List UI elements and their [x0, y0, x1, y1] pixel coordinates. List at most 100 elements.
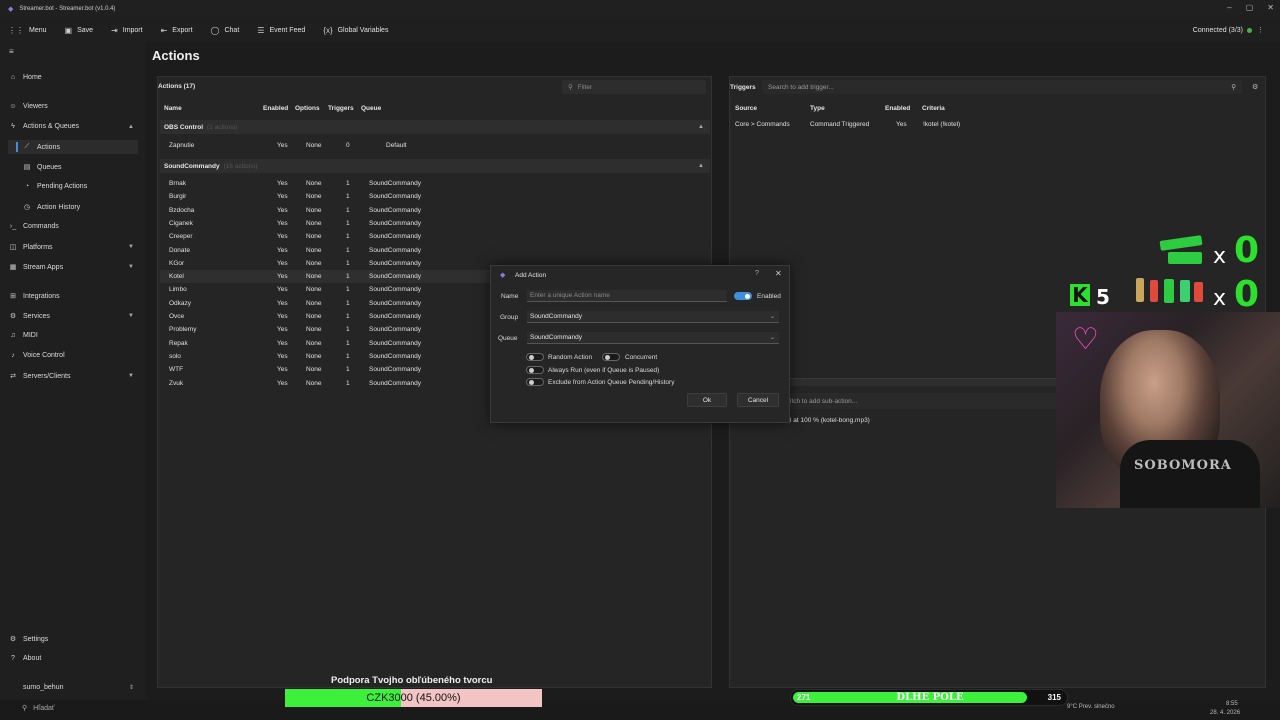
table-row[interactable]: Limbo Yes None 1 SoundCommandy — [160, 283, 490, 296]
random-action-toggle[interactable] — [526, 353, 544, 361]
trigger-search-input[interactable]: Search to add trigger... ⚲ — [762, 80, 1242, 94]
close-icon[interactable]: ✕ — [1267, 3, 1274, 12]
table-row[interactable]: Zapnutie Yes None 0 Default — [160, 139, 490, 152]
connection-status[interactable]: Connected (3/3) ⋮ — [1193, 26, 1264, 35]
column-header[interactable]: Enabled — [885, 105, 910, 112]
table-row[interactable]: solo Yes None 1 SoundCommandy — [160, 350, 490, 363]
sidebar-item-actions-queues[interactable]: ϟ Actions & Queues ▲ — [8, 123, 138, 130]
table-cell-enabled: Yes — [277, 219, 288, 227]
search-icon: ⚲ — [22, 705, 28, 712]
sidebar-item-stream-apps[interactable]: ▦ Stream Apps ▼ — [8, 263, 138, 272]
sidebar-item-services[interactable]: ⚙ Services ▼ — [8, 312, 138, 321]
event-feed-button[interactable]: ☰ Event Feed — [257, 26, 305, 35]
more-icon[interactable]: ⋮ — [1257, 26, 1264, 34]
table-row[interactable]: Problemy Yes None 1 SoundCommandy — [160, 323, 490, 336]
chat-button[interactable]: ◯ Chat — [211, 26, 240, 35]
export-button[interactable]: ⇤ Export — [161, 26, 193, 35]
column-header[interactable]: Queue — [361, 105, 381, 112]
sidebar-item-platforms[interactable]: ◫ Platforms ▼ — [8, 243, 138, 252]
connection-dot-icon — [1247, 27, 1252, 33]
variables-icon: {x} — [323, 25, 333, 35]
table-cell-options: None — [306, 352, 322, 360]
hamburger-icon[interactable]: ≡ — [9, 47, 14, 56]
chevron-up-icon[interactable]: ▲ — [698, 163, 704, 169]
trigger-row[interactable]: Core > Commands Command Triggered Yes !k… — [730, 118, 1060, 131]
table-row[interactable]: Donate Yes None 1 SoundCommandy — [160, 244, 490, 257]
sidebar-item-user[interactable]: sumo_behun ⇕ — [8, 684, 138, 691]
sidebar-item-commands[interactable]: ›_ Commands — [8, 223, 138, 230]
table-row[interactable]: Ciganek Yes None 1 SoundCommandy — [160, 217, 490, 230]
table-row[interactable]: Ovce Yes None 1 SoundCommandy — [160, 310, 490, 323]
maximize-icon[interactable]: ▢ — [1246, 3, 1254, 12]
table-cell-triggers: 1 — [346, 379, 350, 387]
counter-top: 0 — [1234, 230, 1260, 271]
column-header[interactable]: Type — [810, 105, 825, 112]
column-header[interactable]: Name — [164, 105, 182, 112]
column-header[interactable]: Triggers — [328, 105, 354, 112]
always-run-toggle[interactable] — [526, 366, 544, 374]
table-row[interactable]: Zvuk Yes None 1 SoundCommandy — [160, 377, 490, 390]
sidebar-item-actions[interactable]: ⟋ Actions — [8, 140, 138, 154]
table-row[interactable]: Repak Yes None 1 SoundCommandy — [160, 337, 490, 350]
column-header[interactable]: Options — [295, 105, 320, 112]
table-row[interactable]: Burgir Yes None 1 SoundCommandy — [160, 190, 490, 203]
exclude-history-toggle[interactable] — [526, 378, 544, 386]
table-cell-options: None — [306, 259, 322, 267]
save-button[interactable]: ▣ Save — [65, 26, 94, 35]
minimize-icon[interactable]: – — [1227, 3, 1231, 12]
sidebar-item-voice-control[interactable]: ♪ Voice Control — [8, 352, 138, 359]
clock-date[interactable]: 28. 4. 2026 — [1210, 710, 1240, 716]
sidebar-item-servers-clients[interactable]: ⇄ Servers/Clients ▼ — [8, 372, 138, 381]
sidebar-item-pending-actions[interactable]: ◔ Pending Actions — [8, 183, 138, 190]
search-icon: ⚲ — [1231, 84, 1236, 91]
table-row[interactable]: WTF Yes None 1 SoundCommandy — [160, 363, 490, 376]
table-cell-name: Ovce — [169, 313, 185, 320]
ok-button[interactable]: Ok — [687, 393, 727, 407]
sidebar-item-queues[interactable]: ▤ Queues — [8, 163, 138, 172]
concurrent-toggle[interactable] — [602, 353, 620, 361]
sidebar-item-about[interactable]: ? About — [8, 655, 138, 662]
table-cell-enabled: Yes — [277, 326, 288, 334]
table-cell-options: None — [306, 180, 322, 187]
sidebar-item-home[interactable]: ⌂ Home — [8, 74, 138, 81]
table-cell-queue: SoundCommandy — [369, 379, 422, 387]
table-row[interactable]: Bzdocha Yes None 1 SoundCommandy — [160, 204, 490, 217]
clock-time[interactable]: 8:55 — [1226, 701, 1238, 707]
sidebar-item-integrations[interactable]: ⊞ Integrations — [8, 292, 138, 301]
subaction-search-input[interactable]: ltch to add sub-action... — [788, 393, 1056, 409]
table-row[interactable]: Kotel Yes None 1 SoundCommandy — [160, 270, 490, 284]
sidebar-item-settings[interactable]: ⚙ Settings — [8, 635, 138, 644]
import-button[interactable]: ⇥ Import — [111, 26, 143, 35]
menu-button[interactable]: ⋮⋮ Menu — [8, 26, 47, 35]
column-header[interactable]: Enabled — [263, 105, 288, 112]
taskbar-search[interactable]: ⚲ Hľadať — [22, 704, 55, 712]
cancel-button[interactable]: Cancel — [737, 393, 779, 407]
column-header[interactable]: Criteria — [922, 105, 945, 112]
group-header-soundcommandy[interactable]: SoundCommandy (16 actions) ▲ — [160, 159, 710, 173]
sidebar-item-viewers[interactable]: ☺ Viewers — [8, 103, 138, 110]
filter-input[interactable]: ⚲ Filter — [562, 80, 706, 94]
queue-select[interactable]: SoundCommandy ⌄ — [527, 332, 779, 344]
action-name-input[interactable]: Enter a unique Action name — [527, 290, 727, 302]
group-header-obs-control[interactable]: OBS Control (1 actions) ▲ — [160, 120, 710, 134]
close-icon[interactable]: ✕ — [775, 269, 782, 278]
help-icon[interactable]: ? — [755, 270, 759, 277]
chevron-up-icon[interactable]: ▲ — [698, 124, 704, 130]
sidebar-item-midi[interactable]: ♫ MIDI — [8, 332, 138, 339]
table-row[interactable]: Creeper Yes None 1 SoundCommandy — [160, 230, 490, 243]
column-header[interactable]: Source — [735, 105, 757, 112]
table-row[interactable]: Brnak Yes None 1 SoundCommandy — [160, 177, 490, 190]
shirt-print: SOBOMORA — [1134, 458, 1232, 473]
table-cell-triggers: 1 — [346, 326, 350, 334]
table-row[interactable]: KGor Yes None 1 SoundCommandy — [160, 257, 490, 270]
global-variables-button[interactable]: {x} Global Variables — [323, 26, 388, 35]
gear-icon[interactable]: ⚙ — [1252, 83, 1258, 91]
table-row[interactable]: Odkazy Yes None 1 SoundCommandy — [160, 297, 490, 310]
sidebar-item-action-history[interactable]: ◷ Action History — [8, 203, 138, 212]
neon-heart-icon: ♡ — [1072, 323, 1099, 356]
enabled-toggle[interactable] — [734, 292, 752, 300]
weather-widget[interactable]: 9°C Prev. slnečno — [1067, 704, 1115, 710]
subaction-row[interactable]: l at 100 % (kotel-bong.mp3) — [790, 417, 870, 424]
table-cell-options: None — [306, 193, 322, 201]
group-select[interactable]: SoundCommandy ⌄ — [527, 311, 779, 323]
